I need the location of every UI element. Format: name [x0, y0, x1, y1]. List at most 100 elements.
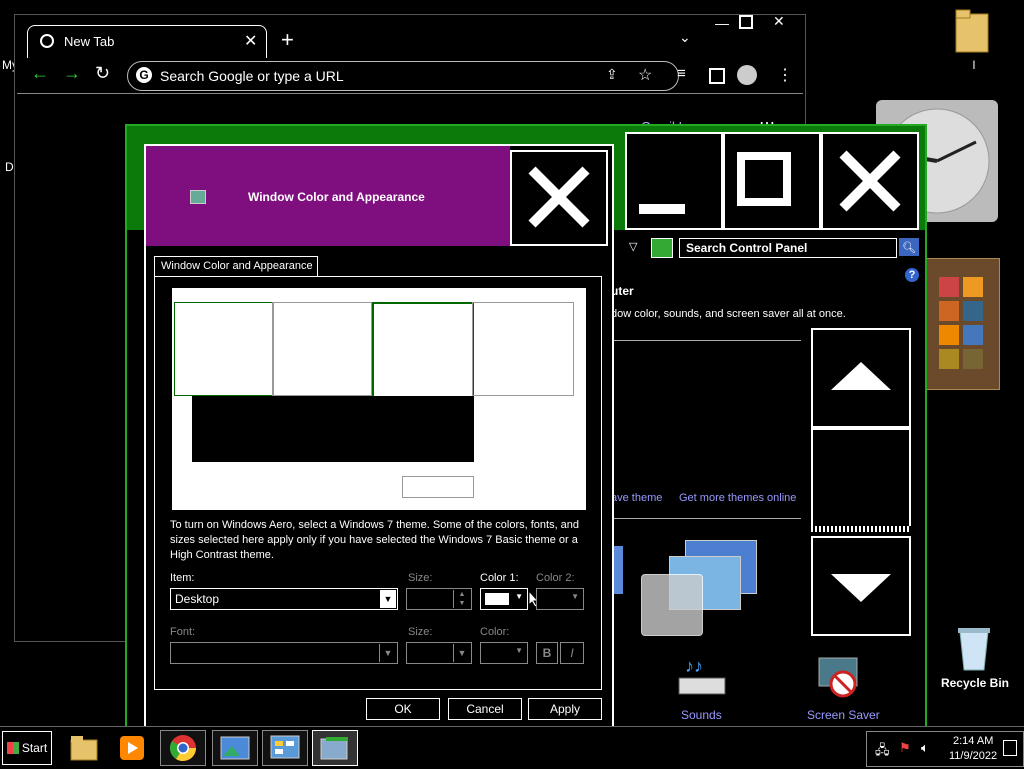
svg-text:♪♪: ♪♪: [685, 656, 703, 676]
chrome-tab[interactable]: New Tab ✕: [27, 25, 267, 58]
recycle-bin-icon[interactable]: [952, 624, 996, 674]
item-select[interactable]: Desktop ▼: [170, 588, 398, 610]
action-center-flag-icon[interactable]: ⚑: [899, 740, 911, 756]
appearance-preview[interactable]: [172, 288, 586, 510]
font-color-label: Color:: [480, 626, 510, 638]
size-spinner[interactable]: ▲ ▼: [406, 588, 472, 610]
cp-maximize-button[interactable]: [723, 132, 821, 230]
minimize-icon[interactable]: —: [715, 15, 729, 31]
cp-search-placeholder: Search Control Panel: [686, 241, 808, 255]
tab-search-icon[interactable]: ⌄: [679, 29, 691, 46]
dialog-title-bar[interactable]: Window Color and Appearance: [146, 146, 510, 246]
windows-logo-icon: [6, 742, 19, 754]
cp-search-button[interactable]: 🔍︎: [899, 238, 919, 256]
size-label: Size:: [408, 572, 433, 584]
recycle-bin-label: Recycle Bin: [940, 676, 1010, 690]
bold-button[interactable]: B: [536, 642, 558, 664]
chevron-down-icon: ▼: [380, 590, 396, 608]
maximize-icon[interactable]: [739, 15, 753, 29]
maximize-icon: [737, 152, 791, 206]
dialog-close-button[interactable]: [510, 150, 608, 246]
start-button[interactable]: Start: [2, 731, 52, 765]
font-select[interactable]: ▼: [170, 642, 398, 664]
font-size-select[interactable]: ▼: [406, 642, 472, 664]
address-bar[interactable]: G Search Google or type a URL ⇪ ☆: [127, 61, 679, 91]
forward-icon[interactable]: →: [63, 63, 81, 84]
show-desktop-icon[interactable]: [1003, 740, 1017, 756]
close-tab-icon[interactable]: ✕: [244, 31, 257, 51]
color2-picker[interactable]: ▼: [536, 588, 584, 610]
ok-label: OK: [394, 702, 412, 716]
cp-minimize-button[interactable]: [625, 132, 723, 230]
side-panel-icon[interactable]: [709, 68, 725, 84]
cancel-button[interactable]: Cancel: [448, 698, 522, 720]
cp-search-input[interactable]: Search Control Panel: [679, 238, 897, 258]
media-player-taskbar-icon[interactable]: [114, 731, 150, 765]
volume-icon[interactable]: 🔈︎: [921, 740, 929, 756]
screen-saver-label[interactable]: Screen Saver: [807, 708, 880, 722]
cp-divider-2: [611, 518, 801, 519]
tab-label: Window Color and Appearance: [161, 260, 313, 272]
appearance-taskbar-button[interactable]: [312, 730, 358, 766]
chrome-toolbar-divider: [17, 93, 803, 94]
tab-window-color[interactable]: Window Color and Appearance: [154, 256, 318, 277]
puzzle-tiles-icon: [939, 277, 983, 369]
scrollbar-gripper[interactable]: [811, 526, 911, 532]
google-g-icon: G: [136, 67, 152, 83]
cp-dropdown-arrow-icon[interactable]: ▽: [629, 240, 637, 253]
back-icon[interactable]: ←: [31, 63, 49, 84]
save-theme-link[interactable]: ave theme: [611, 492, 662, 504]
profile-avatar-icon[interactable]: [737, 65, 757, 85]
color1-picker[interactable]: ▼: [480, 588, 528, 610]
help-icon[interactable]: ?: [905, 268, 919, 282]
screen-saver-icon[interactable]: [813, 654, 863, 700]
media-control-icon[interactable]: ≡: [677, 65, 686, 82]
control-panel-taskbar-button[interactable]: [262, 730, 308, 766]
close-icon: [528, 166, 590, 228]
cp-desc-partial: dow color, sounds, and screen saver all …: [611, 308, 846, 320]
apply-label: Apply: [549, 702, 581, 716]
get-more-themes-link[interactable]: Get more themes online: [679, 492, 796, 504]
chrome-taskbar-button[interactable]: [160, 730, 206, 766]
chrome-menu-icon[interactable]: ⋮: [777, 65, 793, 85]
preview-window-active: [372, 302, 474, 398]
font-size-label: Size:: [408, 626, 433, 638]
arrow-down-icon: [831, 574, 891, 602]
close-window-icon[interactable]: ✕: [773, 13, 785, 30]
scroll-up-button[interactable]: [811, 328, 911, 428]
font-color-picker[interactable]: ▼: [480, 642, 528, 664]
ok-button[interactable]: OK: [366, 698, 440, 720]
cp-divider-1: [611, 340, 801, 341]
clock-date[interactable]: 11/9/2022: [949, 750, 997, 762]
window-color-dialog[interactable]: Window Color and Appearance Window Color…: [144, 144, 614, 732]
reload-icon[interactable]: ↻: [95, 63, 110, 84]
color2-label: Color 2:: [536, 572, 575, 584]
apply-button[interactable]: Apply: [528, 698, 602, 720]
picture-puzzle-gadget[interactable]: [924, 258, 1000, 390]
folder-icon[interactable]: [952, 6, 992, 56]
scroll-down-button[interactable]: [811, 536, 911, 636]
bookmark-star-icon[interactable]: ☆: [638, 65, 652, 85]
italic-button[interactable]: I: [560, 642, 584, 664]
new-tab-icon[interactable]: +: [281, 27, 294, 53]
sounds-label[interactable]: Sounds: [681, 708, 722, 722]
cp-close-button[interactable]: [821, 132, 919, 230]
clock-time[interactable]: 2:14 AM: [953, 735, 993, 747]
preview-button: [402, 476, 474, 498]
cp-heading-partial: uter: [611, 284, 634, 298]
network-icon[interactable]: 🖧︎: [875, 741, 890, 763]
share-icon[interactable]: ⇪: [606, 66, 618, 83]
cp-refresh-button[interactable]: [651, 238, 673, 258]
minimize-icon: [639, 204, 685, 214]
photos-taskbar-button[interactable]: [212, 730, 258, 766]
arrow-up-icon: [831, 362, 891, 390]
explorer-taskbar-icon[interactable]: [66, 731, 102, 765]
italic-label: I: [570, 646, 574, 660]
window-appearance-icon: [320, 737, 348, 760]
address-placeholder: Search Google or type a URL: [160, 68, 344, 84]
theme-stack-icon[interactable]: [641, 540, 761, 636]
left-desktop-label-2: D: [5, 160, 14, 174]
sounds-icon[interactable]: ♪♪: [675, 654, 729, 700]
chevron-down-icon: ▼: [515, 592, 523, 601]
scrollbar-track[interactable]: [811, 428, 911, 528]
